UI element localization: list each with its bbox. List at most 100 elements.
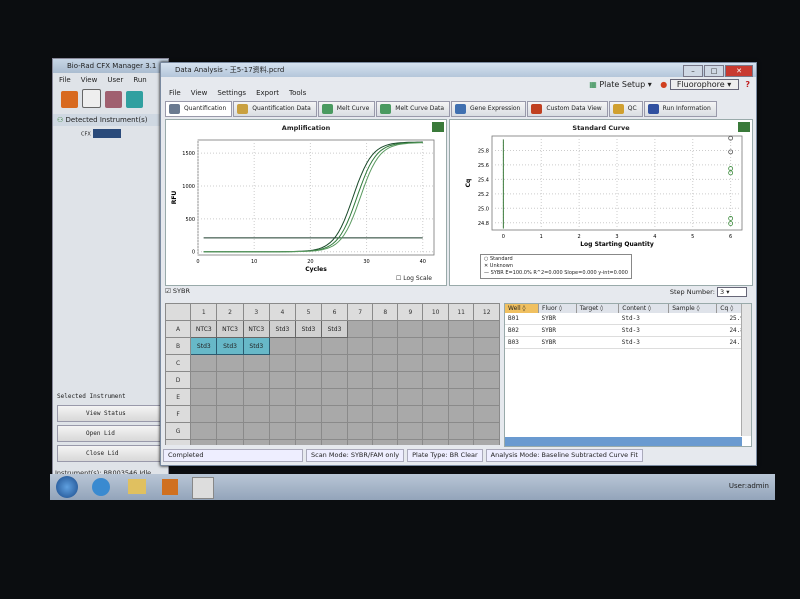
plate-well-C8[interactable] xyxy=(372,354,399,372)
plate-well-E10[interactable] xyxy=(422,388,449,406)
calendar-icon[interactable] xyxy=(82,89,101,108)
help-icon[interactable]: ? xyxy=(745,80,750,89)
plate-well-F10[interactable] xyxy=(422,405,449,423)
plate-well-C9[interactable] xyxy=(397,354,424,372)
plate-well-A1[interactable]: NTC3 xyxy=(190,320,218,338)
plate-well-F9[interactable] xyxy=(397,405,424,423)
plate-well-H1[interactable] xyxy=(190,439,218,445)
plate-well-G5[interactable] xyxy=(294,422,323,440)
cfx-manager-taskbar-icon[interactable] xyxy=(192,477,214,499)
plate-well-E5[interactable] xyxy=(294,388,323,406)
plate-row-header[interactable]: A xyxy=(165,320,192,338)
tab-melt-curve-data[interactable]: Melt Curve Data xyxy=(376,101,451,117)
plate-well-C3[interactable] xyxy=(242,354,270,372)
menu-view[interactable]: View xyxy=(81,76,98,84)
plate-well-D4[interactable] xyxy=(268,371,296,389)
tab-qc[interactable]: QC xyxy=(608,101,643,117)
menu-settings[interactable]: Settings xyxy=(217,89,246,97)
plate-col-header[interactable]: 6 xyxy=(320,303,349,321)
plate-well-E12[interactable] xyxy=(473,388,500,406)
plate-well-D5[interactable] xyxy=(294,371,323,389)
menu-tools[interactable]: Tools xyxy=(289,89,306,97)
plate-col-header[interactable]: 2 xyxy=(216,303,244,321)
plate-well-B11[interactable] xyxy=(447,337,475,355)
plate-well-C5[interactable] xyxy=(294,354,323,372)
plate-well-E2[interactable] xyxy=(216,388,244,406)
plate-well-E4[interactable] xyxy=(268,388,296,406)
plate-well-D1[interactable] xyxy=(190,371,218,389)
plate-well-H8[interactable] xyxy=(372,439,399,445)
plate-col-header[interactable]: 1 xyxy=(190,303,218,321)
plate-well-G12[interactable] xyxy=(473,422,500,440)
plate-well-H10[interactable] xyxy=(422,439,449,445)
plate-well-F6[interactable] xyxy=(320,405,349,423)
plate-well-H3[interactable] xyxy=(242,439,270,445)
fluorophore-dropdown[interactable]: Fluorophore ▾ xyxy=(669,79,739,90)
menu-file[interactable]: File xyxy=(59,76,71,84)
plate-well-F2[interactable] xyxy=(216,405,244,423)
plate-well-C2[interactable] xyxy=(216,354,244,372)
close-button[interactable]: ✕ xyxy=(725,65,753,77)
vertical-scrollbar[interactable] xyxy=(741,304,751,436)
plate-well-C6[interactable] xyxy=(320,354,349,372)
plate-well-E3[interactable] xyxy=(242,388,270,406)
sybr-checkbox[interactable]: ☑ SYBR xyxy=(165,287,190,295)
plate-well-D9[interactable] xyxy=(397,371,424,389)
plate-well-F5[interactable] xyxy=(294,405,323,423)
plate-well-G7[interactable] xyxy=(347,422,374,440)
plate-row-header[interactable]: F xyxy=(165,405,192,423)
plate-well-G8[interactable] xyxy=(372,422,399,440)
plate-well-G11[interactable] xyxy=(447,422,475,440)
plate-well-C7[interactable] xyxy=(347,354,374,372)
plate-row-header[interactable]: B xyxy=(165,337,192,355)
explorer-icon[interactable] xyxy=(128,479,146,494)
table-row[interactable]: B03 SYBR Std-3 24.73 xyxy=(505,336,751,349)
menu-view[interactable]: View xyxy=(191,89,208,97)
close-lid-button[interactable]: Close Lid xyxy=(57,445,164,462)
plate-well-G3[interactable] xyxy=(242,422,270,440)
plate-well-H5[interactable] xyxy=(294,439,323,445)
plate-well-F12[interactable] xyxy=(473,405,500,423)
plate-well-A10[interactable] xyxy=(422,320,449,338)
tab-custom-data-view[interactable]: Custom Data View xyxy=(527,101,608,117)
plate-well-G2[interactable] xyxy=(216,422,244,440)
plate-col-header[interactable]: 8 xyxy=(372,303,399,321)
plate-well-A3[interactable]: NTC3 xyxy=(242,320,270,338)
column-header-target[interactable]: Target ◊ xyxy=(576,304,620,313)
plate-well-B9[interactable] xyxy=(397,337,424,355)
startup-icon[interactable] xyxy=(61,91,78,108)
plate-well-F8[interactable] xyxy=(372,405,399,423)
plate-row-header[interactable]: D xyxy=(165,371,192,389)
plate-well-G6[interactable] xyxy=(320,422,349,440)
plate-well-F7[interactable] xyxy=(347,405,374,423)
plate-well-E1[interactable] xyxy=(190,388,218,406)
plate-well-D8[interactable] xyxy=(372,371,399,389)
plate-row-header[interactable]: C xyxy=(165,354,192,372)
plate-well-G10[interactable] xyxy=(422,422,449,440)
menu-user[interactable]: User xyxy=(107,76,123,84)
plate-well-A2[interactable]: NTC3 xyxy=(216,320,244,338)
column-header-sample[interactable]: Sample ◊ xyxy=(668,304,718,313)
plate-well-C1[interactable] xyxy=(190,354,218,372)
plate-well-H9[interactable] xyxy=(397,439,424,445)
plate-well-B1[interactable]: Std3 xyxy=(190,337,218,355)
plate-well-A12[interactable] xyxy=(473,320,500,338)
tab-quantification-data[interactable]: Quantification Data xyxy=(233,101,317,117)
plate-well-B12[interactable] xyxy=(473,337,500,355)
tab-quantification[interactable]: Quantification xyxy=(165,101,233,117)
plate-well-E11[interactable] xyxy=(447,388,475,406)
plate-well-H4[interactable] xyxy=(268,439,296,445)
plate-well-B8[interactable] xyxy=(372,337,399,355)
log-scale-checkbox[interactable]: ☐ Log Scale xyxy=(396,275,432,282)
instrument-icon[interactable] xyxy=(126,91,143,108)
plate-col-header[interactable]: 5 xyxy=(294,303,323,321)
plate-well-D11[interactable] xyxy=(447,371,475,389)
plate-well-B3[interactable]: Std3 xyxy=(242,337,270,355)
view-status-button[interactable]: View Status xyxy=(57,405,164,422)
plate-well-E8[interactable] xyxy=(372,388,399,406)
plate-well-B4[interactable] xyxy=(268,337,296,355)
menu-run[interactable]: Run xyxy=(133,76,146,84)
plate-well-E9[interactable] xyxy=(397,388,424,406)
plate-well-D10[interactable] xyxy=(422,371,449,389)
plate-well-F3[interactable] xyxy=(242,405,270,423)
